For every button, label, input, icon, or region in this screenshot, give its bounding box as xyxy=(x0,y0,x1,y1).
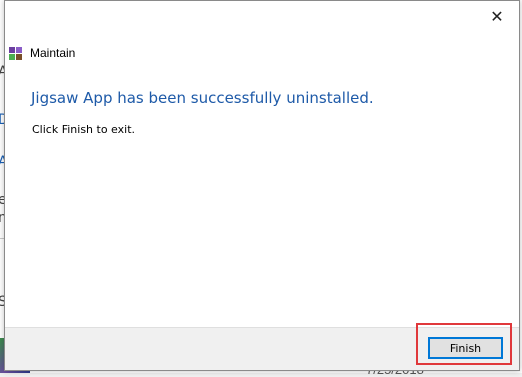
close-icon: ✕ xyxy=(490,6,504,26)
close-button[interactable]: ✕ xyxy=(485,5,509,27)
jigsaw-app-icon xyxy=(9,46,22,60)
dialog-title: Maintain xyxy=(30,46,76,60)
success-heading: Jigsaw App has been successfully uninsta… xyxy=(31,89,374,107)
finish-button[interactable]: Finish xyxy=(428,337,503,359)
dialog-header: Maintain xyxy=(9,46,75,60)
maintain-dialog: ✕ Maintain Jigsaw App has been successfu… xyxy=(4,0,520,371)
instruction-text: Click Finish to exit. xyxy=(32,123,136,136)
